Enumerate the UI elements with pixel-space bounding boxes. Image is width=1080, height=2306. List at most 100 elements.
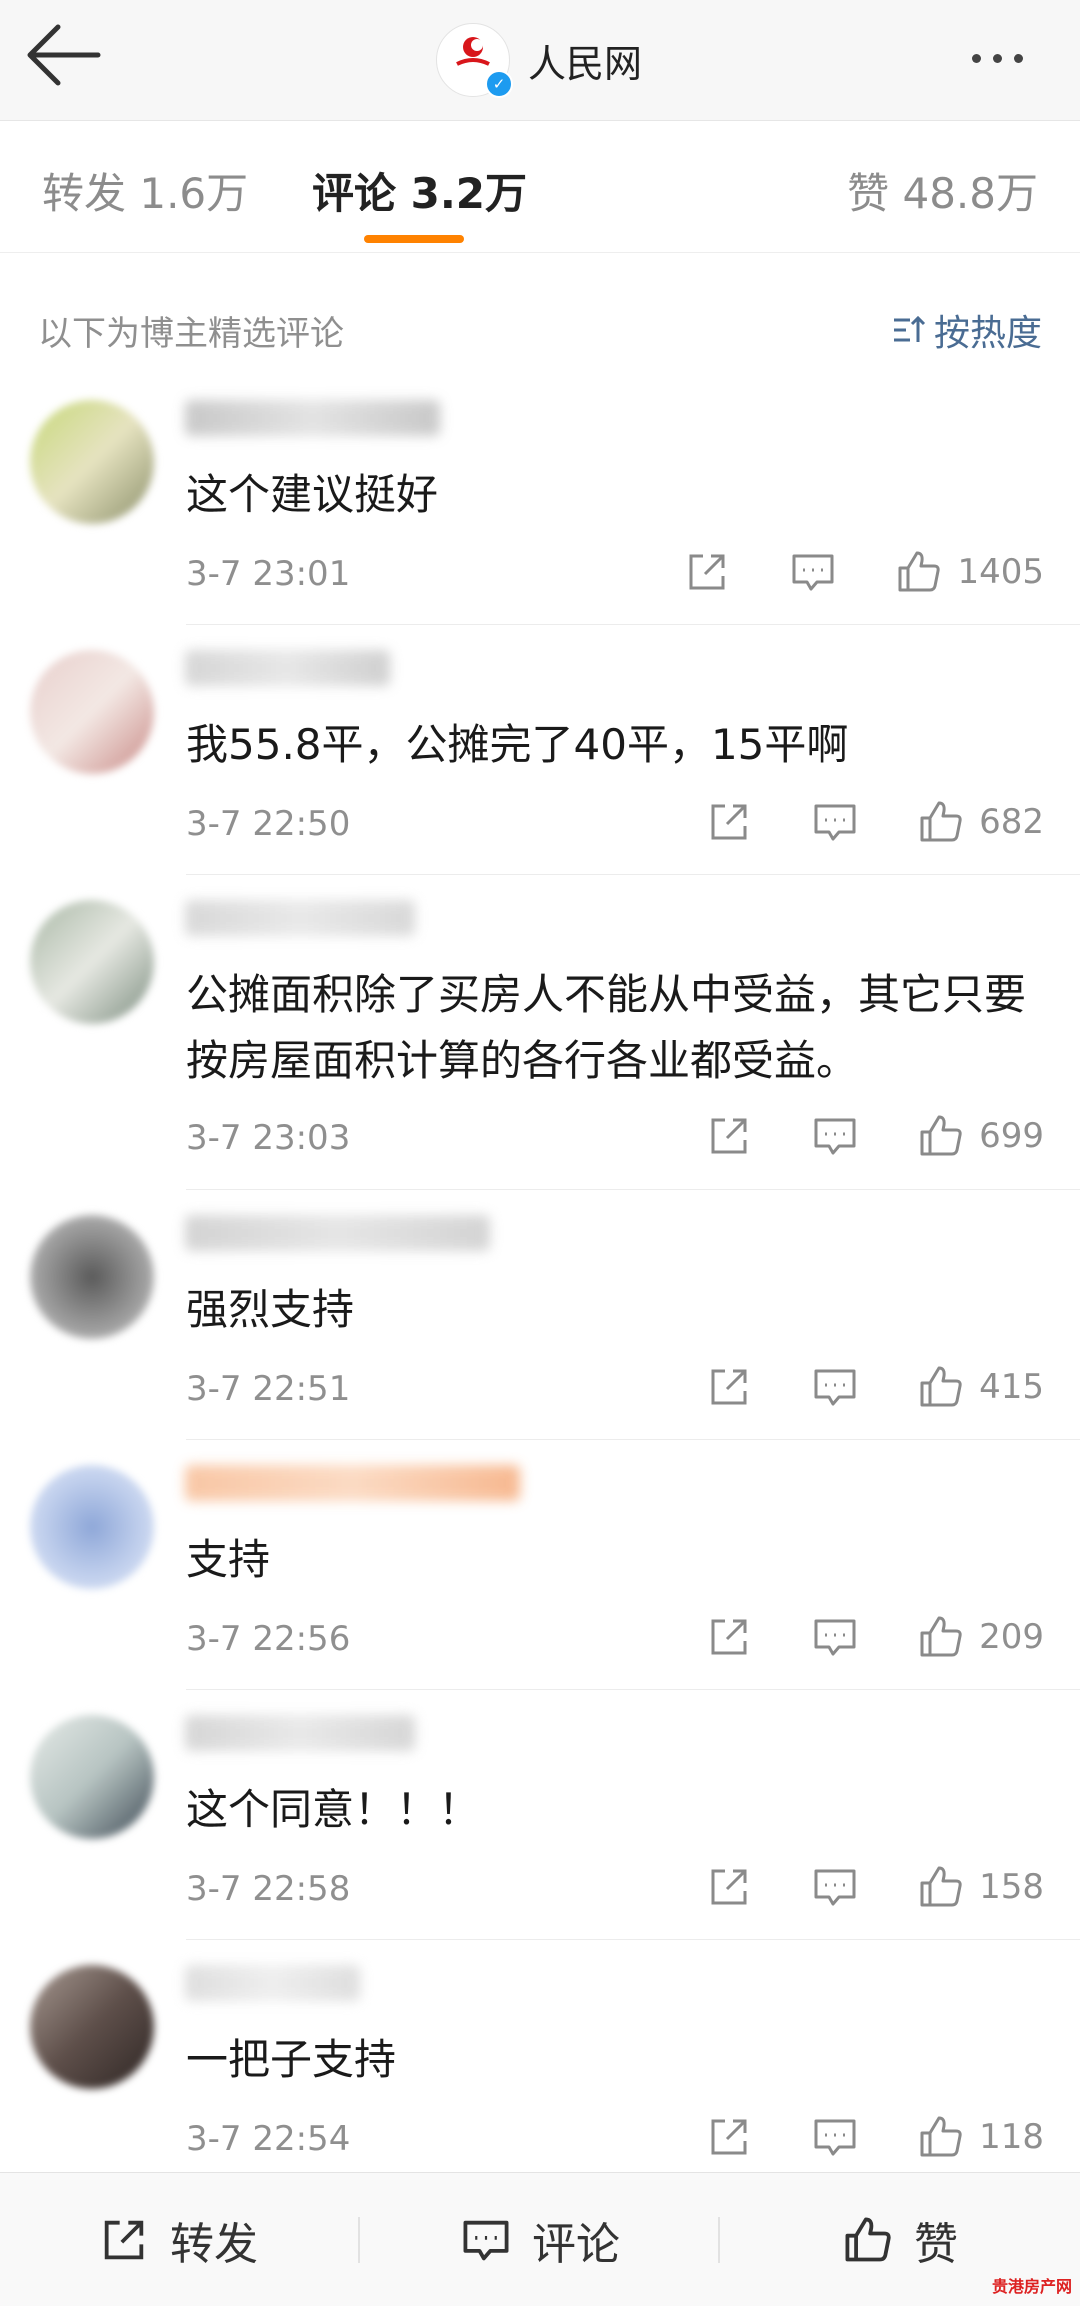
comment-divider — [186, 1189, 1080, 1190]
username-obscured[interactable] — [185, 1965, 360, 2001]
comment-text: 支持 — [186, 1535, 271, 1584]
repost-button[interactable]: 转发 — [98, 2173, 258, 2306]
comment-time: 3-7 22:54 — [186, 2119, 351, 2159]
like-count: 118 — [979, 2117, 1044, 2157]
comment-item: 这个建议挺好 3-7 23:01 1405 — [0, 400, 1080, 625]
comment-actions: 158 — [647, 1857, 1044, 1917]
avatar[interactable] — [30, 1215, 154, 1339]
comment-time: 3-7 22:51 — [186, 1369, 351, 1409]
comment-divider — [186, 624, 1080, 625]
comment-actions: 1405 — [625, 542, 1044, 602]
like-icon[interactable] — [917, 2113, 965, 2161]
avatar[interactable] — [30, 1965, 154, 2089]
more-options-button[interactable] — [972, 40, 1052, 80]
share-icon[interactable] — [683, 548, 731, 596]
account-title[interactable]: ✓ 人民网 — [436, 20, 642, 100]
comment-divider — [186, 874, 1080, 875]
comment-icon — [463, 2220, 509, 2260]
more-dot-icon — [972, 54, 981, 63]
comment-text: 公摊面积除了买房人不能从中受益，其它只要按房屋面积计算的各行各业都受益。 — [186, 970, 1027, 1085]
like-count: 682 — [979, 802, 1044, 842]
like-icon[interactable] — [895, 548, 943, 596]
reply-icon[interactable] — [811, 1863, 859, 1911]
like-icon[interactable] — [917, 1863, 965, 1911]
comment-text: 强烈支持 — [186, 1285, 355, 1334]
bottom-action-bar: 转发 评论 赞 贵港房产网 — [0, 2172, 1080, 2306]
avatar[interactable] — [30, 400, 154, 524]
comment-item: 这个同意！！！ 3-7 22:58 158 — [0, 1715, 1080, 1940]
username-obscured[interactable] — [185, 1215, 490, 1251]
like-count: 699 — [979, 1116, 1044, 1156]
share-icon[interactable] — [705, 1863, 753, 1911]
bar-divider — [718, 2217, 720, 2263]
active-tab-indicator — [364, 235, 464, 243]
avatar[interactable] — [30, 900, 154, 1024]
reply-icon[interactable] — [811, 2113, 859, 2161]
share-icon[interactable] — [705, 798, 753, 846]
reply-icon[interactable] — [811, 798, 859, 846]
sort-by-hot-button[interactable]: 按热度 — [892, 304, 1042, 356]
featured-comments-label: 以下为博主精选评论 — [38, 314, 344, 354]
comment-item: 公摊面积除了买房人不能从中受益，其它只要按房屋面积计算的各行各业都受益。 3-7… — [0, 900, 1080, 1190]
like-count: 158 — [979, 1867, 1044, 1907]
share-icon[interactable] — [705, 1613, 753, 1661]
share-icon[interactable] — [705, 1363, 753, 1411]
comment-time: 3-7 22:56 — [186, 1619, 351, 1659]
comment-actions: 209 — [647, 1607, 1044, 1667]
like-icon[interactable] — [917, 1613, 965, 1661]
like-icon[interactable] — [917, 1363, 965, 1411]
site-watermark: 贵港房产网 — [991, 2277, 1072, 2296]
account-logo: ✓ — [436, 23, 513, 98]
back-button[interactable] — [22, 20, 112, 100]
comment-text: 我55.8平，公摊完了40平，15平啊 — [186, 720, 849, 769]
comment-text: 这个同意！！！ — [186, 1785, 481, 1834]
comment-actions: 682 — [647, 792, 1044, 852]
reply-icon[interactable] — [811, 1363, 859, 1411]
like-count: 1405 — [957, 552, 1044, 592]
people-daily-logo-icon — [456, 37, 490, 66]
avatar[interactable] — [30, 650, 154, 774]
reply-icon[interactable] — [789, 548, 837, 596]
sort-label: 按热度 — [933, 313, 1042, 354]
comment-time: 3-7 23:03 — [186, 1118, 351, 1158]
bar-divider — [358, 2217, 360, 2263]
post-stats-tabs: 转发 1.6万 评论 3.2万 赞 48.8万 — [0, 120, 1080, 253]
reply-icon[interactable] — [811, 1613, 859, 1661]
comment-actions: 699 — [647, 1106, 1044, 1166]
comment-item: 一把子支持 3-7 22:54 118 — [0, 1965, 1080, 2165]
comment-divider — [186, 1939, 1080, 1940]
avatar[interactable] — [30, 1715, 154, 1839]
comment-actions: 415 — [647, 1357, 1044, 1417]
tab-comments[interactable]: 评论 3.2万 — [312, 160, 527, 221]
username-obscured[interactable] — [185, 1465, 520, 1501]
like-count: 209 — [979, 1617, 1044, 1657]
reply-icon[interactable] — [811, 1112, 859, 1160]
comment-actions: 118 — [647, 2107, 1044, 2167]
account-name: 人民网 — [528, 41, 643, 86]
like-icon[interactable] — [917, 1112, 965, 1160]
like-icon — [845, 2217, 891, 2261]
share-icon[interactable] — [705, 1112, 753, 1160]
comment-time: 3-7 22:58 — [186, 1869, 351, 1909]
comment-item: 支持 3-7 22:56 209 — [0, 1465, 1080, 1690]
avatar[interactable] — [30, 1465, 154, 1589]
repost-label: 转发 — [170, 2218, 258, 2270]
like-button[interactable]: 赞 — [842, 2173, 958, 2306]
more-dot-icon — [993, 54, 1002, 63]
comment-item: 我55.8平，公摊完了40平，15平啊 3-7 22:50 682 — [0, 650, 1080, 875]
comment-text: 这个建议挺好 — [186, 470, 439, 519]
comment-button[interactable]: 评论 — [460, 2173, 620, 2306]
username-obscured[interactable] — [185, 400, 440, 436]
share-icon[interactable] — [705, 2113, 753, 2161]
username-obscured[interactable] — [185, 900, 415, 936]
tab-repost[interactable]: 转发 1.6万 — [42, 160, 248, 221]
like-icon[interactable] — [917, 798, 965, 846]
comment-label: 评论 — [532, 2218, 620, 2270]
like-count: 415 — [979, 1367, 1044, 1407]
repost-icon — [104, 2220, 144, 2259]
tab-likes[interactable]: 赞 48.8万 — [847, 160, 1038, 221]
username-obscured[interactable] — [185, 1715, 415, 1751]
username-obscured[interactable] — [185, 650, 390, 686]
more-dot-icon — [1014, 54, 1023, 63]
comment-item: 强烈支持 3-7 22:51 415 — [0, 1215, 1080, 1440]
